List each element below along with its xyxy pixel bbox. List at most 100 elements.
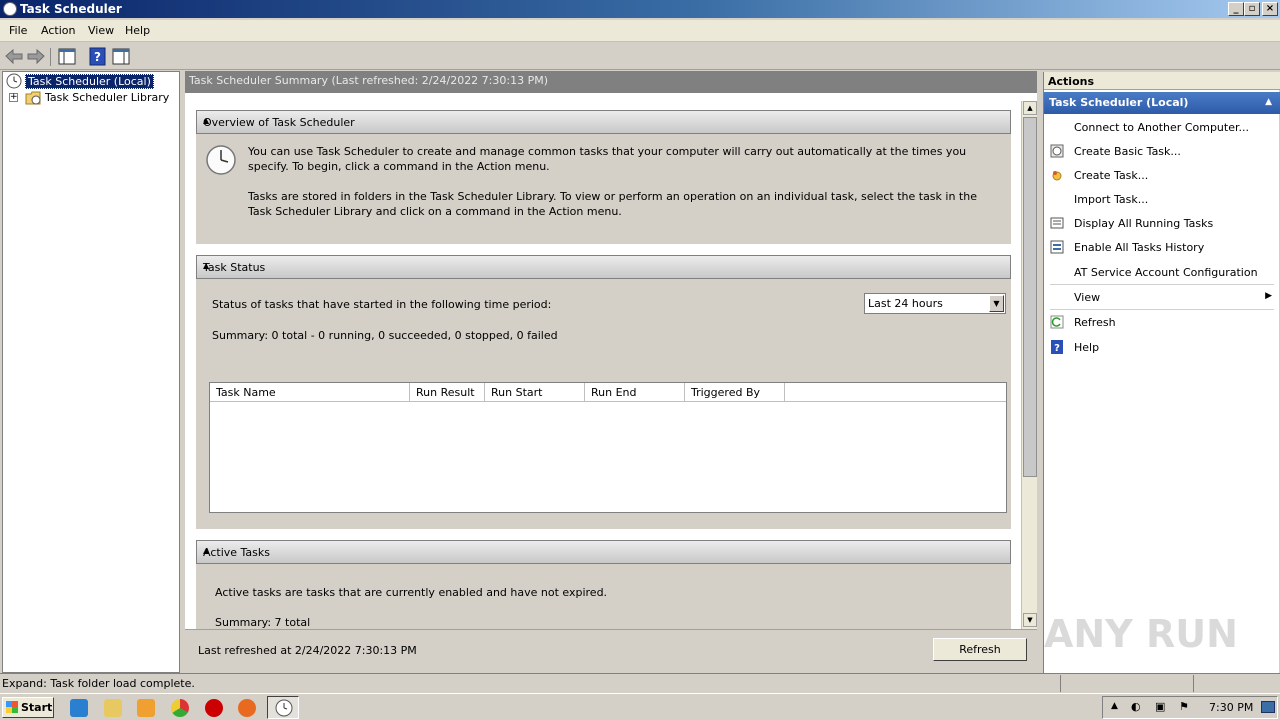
show-hide-tree-icon[interactable] [57,47,77,66]
volume-icon[interactable]: ◐ [1131,700,1141,713]
task-status-table: Task Name Run Result Run Start Run End T… [209,382,1007,513]
task-scheduler-taskbar-button[interactable] [267,696,299,719]
opera-icon[interactable] [205,699,223,717]
action-label: Create Basic Task... [1074,145,1181,158]
summary-pane: Overview of Task Scheduler ▲ You can use… [185,93,1037,629]
menu-file[interactable]: File [9,24,27,37]
help-icon[interactable]: ? [88,47,108,66]
actions-group-title: Task Scheduler (Local) [1049,96,1189,109]
collapse-caret-icon[interactable]: ▲ [203,261,1004,270]
column-header-label: Triggered By [691,386,760,399]
column-header-task-name[interactable]: Task Name [210,383,410,402]
console-tree: Task Scheduler (Local) + Task Scheduler … [2,71,180,673]
column-header-run-result[interactable]: Run Result [410,383,485,402]
vertical-scrollbar[interactable]: ▲ ▼ [1021,101,1037,629]
column-header-run-start[interactable]: Run Start [485,383,585,402]
action-label: Display All Running Tasks [1074,217,1214,230]
scroll-thumb[interactable] [1023,117,1037,477]
chrome-icon[interactable] [171,699,189,717]
submenu-arrow-icon: ▶ [1265,291,1272,301]
action-label: Import Task... [1074,193,1149,206]
divider [1050,309,1274,310]
watermark-logo: ANY RUN [1044,612,1238,656]
refresh-button[interactable]: Refresh [933,638,1027,661]
taskbar: Start ▲ ◐ ▣ ⚑ 7:30 PM [0,693,1280,720]
action-label: Refresh [1074,316,1116,329]
scroll-up-icon[interactable]: ▲ [1023,101,1037,115]
svg-text:?: ? [1054,343,1060,354]
task-status-section-header[interactable]: Task Status ▲ [196,255,1011,279]
explorer-icon[interactable] [104,699,122,717]
collapse-caret-icon[interactable]: ▲ [1265,97,1272,107]
back-arrow-icon[interactable] [4,47,24,66]
clock-icon [275,699,293,717]
running-tasks-icon [1050,217,1064,229]
minimize-button[interactable]: _ [1228,2,1244,16]
show-desktop-icon[interactable] [1261,701,1275,713]
table-header: Task Name Run Result Run Start Run End T… [210,383,1006,402]
action-connect[interactable]: Connect to Another Computer... [1044,117,1280,139]
actions-group-header[interactable]: Task Scheduler (Local) ▲ [1044,92,1280,114]
divider [1050,284,1274,285]
help-icon: ? [1051,340,1063,354]
svg-text:?: ? [94,50,101,64]
overview-section-header[interactable]: Overview of Task Scheduler ▲ [196,110,1011,134]
column-header-label: Task Name [216,386,276,399]
action-label: Connect to Another Computer... [1074,121,1249,134]
summary-header: Task Scheduler Summary (Last refreshed: … [185,71,1037,93]
tree-item-root-label: Task Scheduler (Local) [25,74,154,89]
status-text: Expand: Task folder load complete. [2,677,195,690]
scroll-down-icon[interactable]: ▼ [1023,613,1037,627]
action-create-basic-task[interactable]: Create Basic Task... [1044,141,1280,163]
collapse-caret-icon[interactable]: ▲ [203,116,1004,125]
status-divider [1060,675,1061,692]
action-create-task[interactable]: Create Task... [1044,165,1280,187]
tree-item-library-label: Task Scheduler Library [45,91,170,104]
network-icon[interactable]: ▣ [1155,700,1165,713]
menu-action[interactable]: Action [41,24,75,37]
action-view[interactable]: View ▶ [1044,287,1280,309]
action-import-task[interactable]: Import Task... [1044,189,1280,211]
menu-help[interactable]: Help [125,24,150,37]
close-button[interactable]: × [1262,2,1278,16]
show-hide-action-pane-icon[interactable] [111,47,131,66]
active-tasks-section: Active Tasks ▲ Active tasks are tasks th… [196,540,1011,629]
action-enable-history[interactable]: Enable All Tasks History [1044,237,1280,259]
action-refresh[interactable]: Refresh [1044,312,1280,334]
toolbar: ? [0,44,1280,70]
summary-footer: Last refreshed at 2/24/2022 7:30:13 PM R… [185,629,1037,671]
forward-arrow-icon[interactable] [26,47,46,66]
window-title: Task Scheduler [20,2,122,16]
period-dropdown[interactable]: Last 24 hours ▼ [864,293,1006,314]
summary-header-text: Task Scheduler Summary (Last refreshed: … [189,74,548,87]
clock-icon [6,73,22,89]
task-status-body: Status of tasks that have started in the… [196,279,1011,529]
system-tray: ▲ ◐ ▣ ⚑ 7:30 PM [1102,696,1278,719]
clock-time[interactable]: 7:30 PM [1209,701,1253,714]
title-bar: Task Scheduler _ ▫ × [0,0,1280,18]
ie-icon[interactable] [70,699,88,717]
action-center-flag-icon[interactable]: ⚑ [1179,700,1189,713]
action-help[interactable]: ? Help [1044,337,1280,359]
menu-bar: File Action View Help [0,20,1280,42]
column-header-run-end[interactable]: Run End [585,383,685,402]
column-header-triggered-by[interactable]: Triggered By [685,383,785,402]
chevron-down-icon[interactable]: ▼ [989,295,1004,312]
action-label: Enable All Tasks History [1074,241,1205,254]
action-display-running[interactable]: Display All Running Tasks [1044,213,1280,235]
media-player-icon[interactable] [137,699,155,717]
collapse-caret-icon[interactable]: ▲ [203,546,1004,555]
windows-logo-icon [6,701,18,713]
active-tasks-section-header[interactable]: Active Tasks ▲ [196,540,1011,564]
overview-section: Overview of Task Scheduler ▲ You can use… [196,110,1011,244]
overview-paragraph-1: You can use Task Scheduler to create and… [248,145,967,173]
expand-plus-icon[interactable]: + [9,93,18,102]
actions-pane: Actions Task Scheduler (Local) ▲ Connect… [1043,72,1280,673]
firefox-icon[interactable] [238,699,256,717]
action-at-service-account[interactable]: AT Service Account Configuration [1044,262,1280,284]
start-button[interactable]: Start [2,697,54,718]
refresh-icon [1050,315,1064,329]
tray-expand-icon[interactable]: ▲ [1111,701,1118,711]
maximize-button[interactable]: ▫ [1244,2,1260,16]
menu-view[interactable]: View [88,24,114,37]
